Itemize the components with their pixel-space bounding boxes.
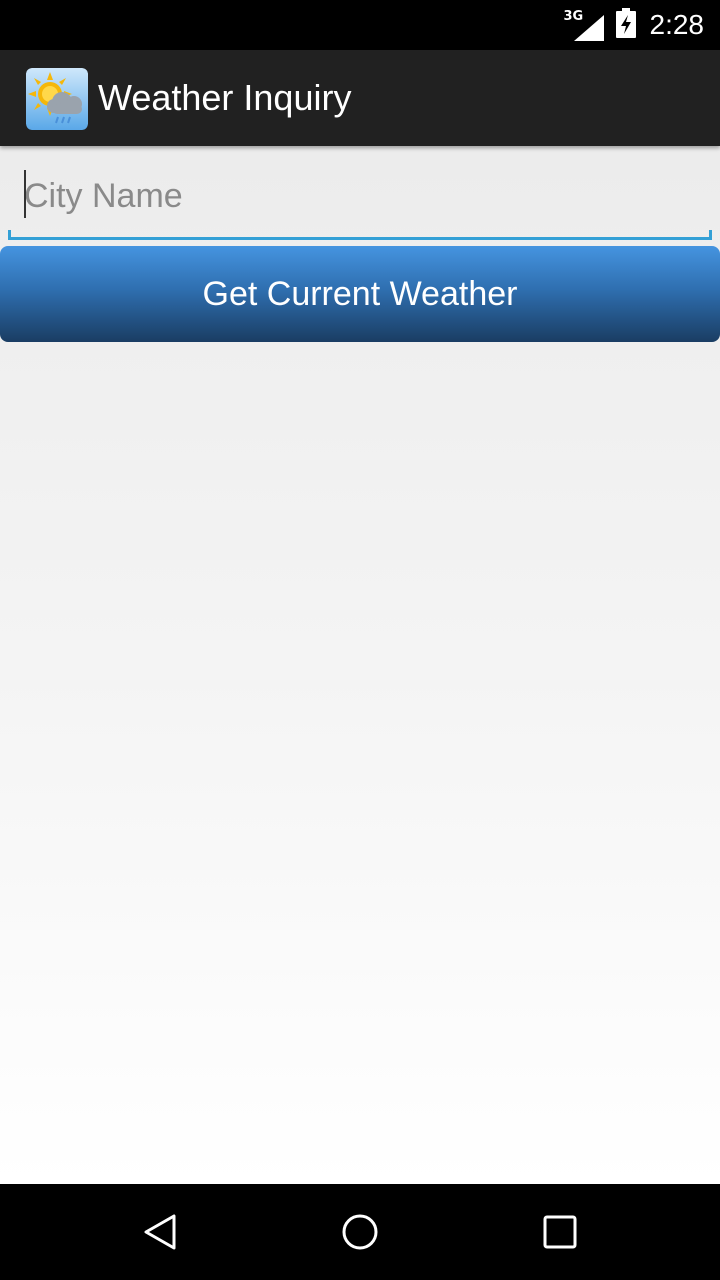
- city-name-field[interactable]: [8, 158, 712, 240]
- recents-button[interactable]: [500, 1184, 620, 1280]
- recents-icon: [543, 1215, 577, 1249]
- main-content: Get Current Weather: [0, 146, 720, 1184]
- input-underline-left-tick: [8, 230, 11, 240]
- back-button[interactable]: [100, 1184, 220, 1280]
- status-clock: 2:28: [649, 9, 705, 40]
- get-current-weather-button[interactable]: Get Current Weather: [0, 246, 720, 342]
- input-underline: [8, 237, 712, 240]
- city-name-input[interactable]: [8, 158, 712, 234]
- home-icon: [342, 1214, 378, 1250]
- weather-app-icon[interactable]: [26, 68, 88, 130]
- signal-icon: 3G: [564, 9, 604, 41]
- action-bar: Weather Inquiry: [0, 50, 720, 146]
- status-icons: 3G 2:28: [564, 0, 705, 50]
- status-bar: 3G 2:28: [0, 0, 720, 50]
- app-title: Weather Inquiry: [98, 77, 352, 118]
- navigation-bar: [0, 1184, 720, 1280]
- home-button[interactable]: [300, 1184, 420, 1280]
- battery-charging-icon: [615, 7, 636, 43]
- input-underline-right-tick: [709, 230, 712, 240]
- back-icon: [144, 1214, 176, 1250]
- text-cursor: [24, 170, 26, 218]
